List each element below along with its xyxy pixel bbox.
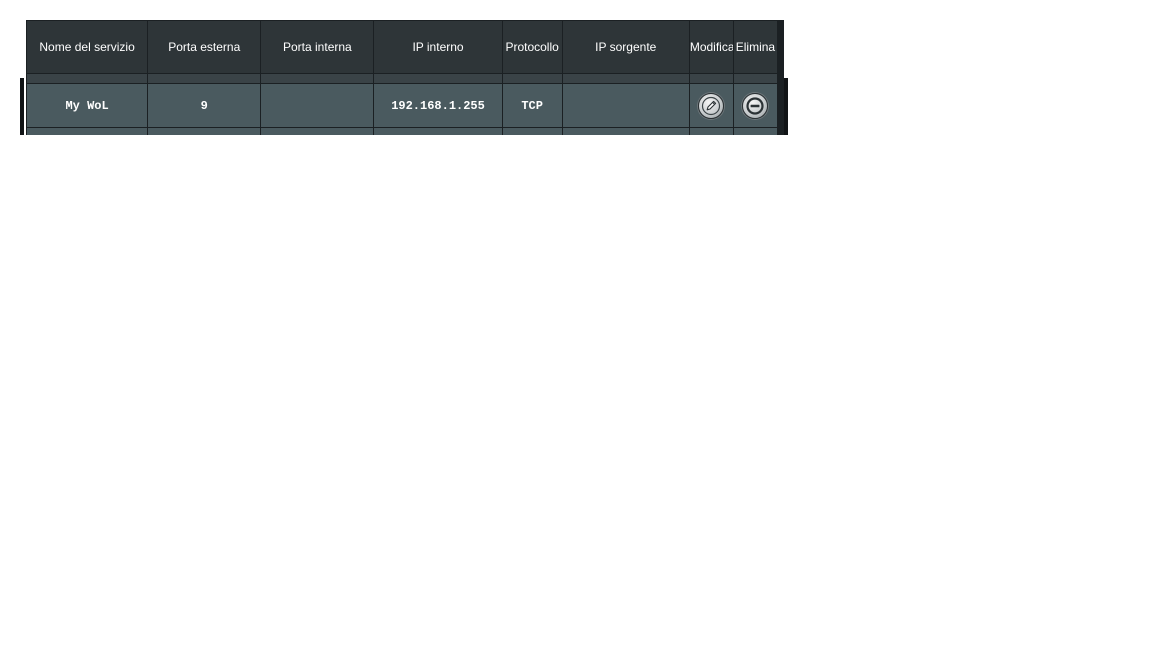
minus-circle-icon bbox=[746, 96, 765, 115]
header-external-port: Porta esterna bbox=[147, 20, 262, 74]
delete-button[interactable] bbox=[742, 92, 769, 119]
cell-service-name: My WoL bbox=[26, 83, 149, 128]
cell-internal-port bbox=[260, 83, 375, 128]
cell-edit bbox=[688, 83, 734, 128]
cell-external-port: 9 bbox=[147, 83, 262, 128]
port-forwarding-table-container: Nome del servizio Porta esterna Porta in… bbox=[26, 20, 784, 135]
header-source-ip: IP sorgente bbox=[561, 20, 690, 74]
cell-internal-ip: 192.168.1.255 bbox=[373, 83, 503, 128]
pencil-icon bbox=[702, 96, 721, 115]
port-forwarding-table: Nome del servizio Porta esterna Porta in… bbox=[26, 20, 779, 135]
table-row: My WoL 9 192.168.1.255 TCP bbox=[26, 83, 779, 128]
header-internal-port: Porta interna bbox=[260, 20, 375, 74]
panel-left-edge bbox=[20, 78, 24, 135]
port-forwarding-panel: Nome del servizio Porta esterna Porta in… bbox=[20, 20, 788, 135]
header-edit: Modifica bbox=[688, 20, 734, 74]
edit-button[interactable] bbox=[698, 92, 725, 119]
table-header-row: Nome del servizio Porta esterna Porta in… bbox=[26, 20, 779, 74]
header-delete: Elimina bbox=[732, 20, 779, 74]
cell-source-ip bbox=[561, 83, 690, 128]
panel-right-edge bbox=[784, 78, 788, 135]
cell-protocol: TCP bbox=[501, 83, 563, 128]
cell-delete bbox=[732, 83, 779, 128]
header-service-name: Nome del servizio bbox=[26, 20, 149, 74]
header-internal-ip: IP interno bbox=[373, 20, 503, 74]
header-protocol: Protocollo bbox=[501, 20, 563, 74]
table-row bbox=[26, 127, 779, 135]
table-spacer-row bbox=[26, 73, 779, 84]
